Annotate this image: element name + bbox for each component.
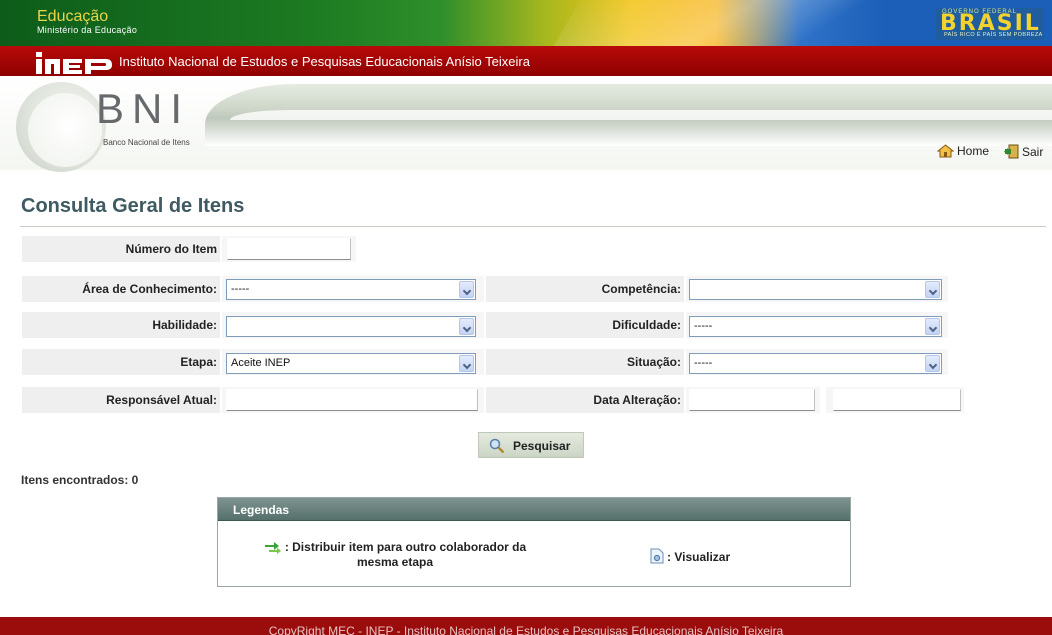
view-document-icon [650,548,664,564]
area-conhecimento-select[interactable]: ----- [226,279,476,300]
dificuldade-select[interactable]: ----- [689,316,942,337]
competencia-label: Competência: [486,276,684,302]
results-count: Itens encontrados: 0 [21,473,139,487]
legend-title: Legendas [233,503,290,517]
situacao-value: ----- [694,357,713,369]
legend-item-view-text: : Visualizar [667,550,731,564]
data-alteracao-label: Data Alteração: [486,387,684,413]
footer: CopyRight MEC - INEP - Instituto Naciona… [0,617,1052,635]
etapa-select[interactable]: Aceite INEP [226,353,476,374]
gov-title: Educação [37,8,109,25]
numero-item-input[interactable] [227,238,351,260]
search-button-label: Pesquisar [513,439,571,453]
distribute-arrows-icon [264,542,281,554]
legend-panel: Legendas : Distribuir item para outro co… [217,497,851,587]
chevron-down-icon [925,318,940,335]
etapa-label: Etapa: [22,349,220,375]
chevron-down-icon [459,281,474,298]
situacao-label: Situação: [486,349,684,375]
dificuldade-label: Dificuldade: [486,312,684,338]
chevron-down-icon [925,281,940,298]
dificuldade-value: ----- [694,320,713,332]
legend-item-view: : Visualizar [650,548,730,564]
brasil-slogan: PAÍS RICO É PAÍS SEM POBREZA [944,32,1043,38]
bni-logo-text: BNI [96,85,191,132]
data-alteracao-to-input[interactable] [833,389,961,411]
sair-link[interactable]: Sair [1004,144,1043,159]
exit-door-icon [1004,144,1019,159]
legend-header: Legendas [218,498,850,521]
responsavel-atual-input[interactable] [226,389,478,411]
legend-item-distribute-text: : Distribuir item para outro colaborador… [284,540,527,569]
numero-item-label: Número do Item [22,236,220,262]
data-alteracao-from-input[interactable] [689,389,815,411]
chevron-down-icon [925,355,940,372]
magnifier-icon [489,438,505,454]
habilidade-label: Habilidade: [22,312,220,338]
brasil-logo: GOVERNO FEDERAL BRASIL PAÍS RICO É PAÍS … [936,8,1044,40]
sair-link-label: Sair [1022,145,1044,159]
competencia-select[interactable] [689,279,942,300]
home-link[interactable]: Home [937,144,989,158]
inep-logo [36,52,112,74]
government-banner: Educação Ministério da Educação GOVERNO … [0,0,1052,46]
responsavel-atual-label: Responsável Atual: [22,387,220,413]
area-conhecimento-label: Área de Conhecimento: [22,276,220,302]
chevron-down-icon [459,318,474,335]
bni-header-wave-highlight [230,110,1052,120]
title-divider [20,226,1046,227]
bni-logo-circle-inner [28,93,102,167]
etapa-value: Aceite INEP [231,357,291,369]
page-title: Consulta Geral de Itens [21,195,245,217]
footer-copyright: CopyRight MEC - INEP - Instituto Naciona… [268,624,784,635]
home-link-label: Home [957,144,990,158]
area-conhecimento-value: ----- [231,283,250,295]
bni-caption: Banco Nacional de Itens [103,138,190,147]
habilidade-select[interactable] [226,316,476,337]
inep-full-name: Instituto Nacional de Estudos e Pesquisa… [119,54,530,69]
legend-item-distribute: : Distribuir item para outro colaborador… [250,540,540,570]
banner-swoosh [528,0,922,46]
gov-subtitle: Ministério da Educação [37,25,138,35]
search-button[interactable]: Pesquisar [478,432,584,458]
chevron-down-icon [459,355,474,372]
house-icon [937,144,954,158]
situacao-select[interactable]: ----- [689,353,942,374]
